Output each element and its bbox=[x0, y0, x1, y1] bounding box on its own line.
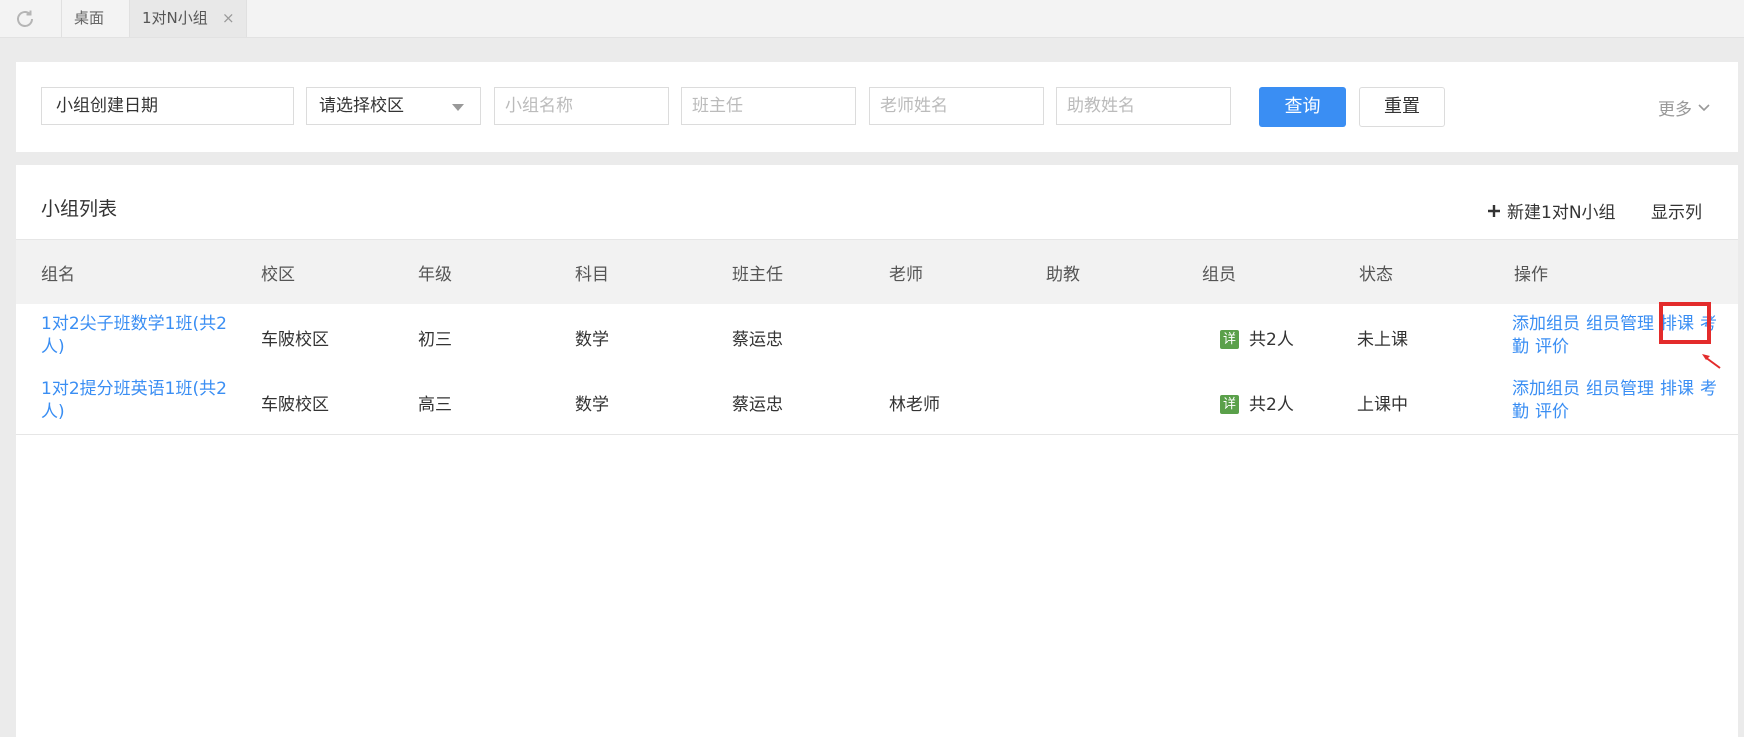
schedule-link[interactable]: 排课 bbox=[1660, 379, 1694, 399]
plus-icon bbox=[1488, 204, 1500, 217]
tab-desktop-label: 桌面 bbox=[74, 9, 105, 27]
show-columns-button[interactable]: 显示列 bbox=[1651, 198, 1702, 223]
tab-desktop[interactable]: 桌面 bbox=[62, 0, 129, 37]
more-label: 更多 bbox=[1658, 100, 1692, 120]
campus-cell: 车陂校区 bbox=[261, 330, 329, 350]
chevron-down-icon bbox=[1698, 103, 1710, 111]
members-count: 共2人 bbox=[1249, 330, 1294, 350]
subject-cell: 数学 bbox=[575, 330, 609, 350]
more-filters-button[interactable]: 更多 bbox=[1658, 95, 1710, 120]
reset-button[interactable]: 重置 bbox=[1359, 87, 1445, 127]
row-actions: 添加组员 组员管理 排课考 勤评价 bbox=[1512, 378, 1742, 424]
add-member-link[interactable]: 添加组员 bbox=[1512, 314, 1580, 334]
attendance-link[interactable]: 考 bbox=[1700, 379, 1717, 399]
group-name-placeholder: 小组名称 bbox=[505, 96, 573, 116]
status-cell: 未上课 bbox=[1357, 330, 1408, 350]
subject-cell: 数学 bbox=[575, 395, 609, 415]
highlight-box bbox=[1659, 302, 1711, 344]
col-teacher: 老师 bbox=[889, 265, 923, 285]
group-name-line: 1对2尖子班数学1班(共2 bbox=[41, 314, 227, 334]
tab-bar: 桌面 1对N小组 × bbox=[0, 0, 1744, 38]
grade-cell: 高三 bbox=[418, 395, 452, 415]
list-title: 小组列表 bbox=[41, 198, 118, 220]
teacher-cell: 林老师 bbox=[889, 395, 940, 415]
new-group-button[interactable]: 新建1对N小组 bbox=[1487, 198, 1616, 223]
campus-select-value: 请选择校区 bbox=[319, 96, 404, 116]
col-grade: 年级 bbox=[418, 265, 452, 285]
head-teacher-placeholder: 班主任 bbox=[692, 96, 743, 116]
new-group-label: 新建1对N小组 bbox=[1507, 203, 1616, 223]
col-actions: 操作 bbox=[1514, 265, 1548, 285]
campus-select[interactable]: 请选择校区 bbox=[306, 87, 481, 125]
assistant-name-input[interactable]: 助教姓名 bbox=[1056, 87, 1231, 125]
table-row: 1对2提分班英语1班(共2 人) 车陂校区 高三 数学 蔡运忠 林老师 详共2人… bbox=[16, 369, 1738, 435]
col-assistant: 助教 bbox=[1046, 265, 1080, 285]
tab-1toN-group-label: 1对N小组 bbox=[142, 9, 208, 27]
manage-members-link[interactable]: 组员管理 bbox=[1586, 314, 1654, 334]
col-head-teacher: 班主任 bbox=[732, 265, 783, 285]
col-status: 状态 bbox=[1359, 265, 1393, 285]
detail-icon[interactable]: 详 bbox=[1220, 395, 1239, 414]
members-cell: 详共2人 bbox=[1220, 325, 1294, 350]
group-name-link[interactable]: 1对2提分班英语1班(共2 人) bbox=[41, 378, 251, 424]
group-name-link[interactable]: 1对2尖子班数学1班(共2 人) bbox=[41, 313, 251, 359]
create-date-label: 小组创建日期 bbox=[56, 96, 158, 116]
status-cell: 上课中 bbox=[1357, 395, 1408, 415]
annotation-arrow-icon bbox=[1702, 354, 1721, 369]
col-group-name: 组名 bbox=[41, 265, 75, 285]
head-teacher-cell: 蔡运忠 bbox=[732, 395, 783, 415]
teacher-name-placeholder: 老师姓名 bbox=[880, 96, 948, 116]
grade-cell: 初三 bbox=[418, 330, 452, 350]
col-campus: 校区 bbox=[261, 265, 295, 285]
campus-cell: 车陂校区 bbox=[261, 395, 329, 415]
tab-divider bbox=[246, 0, 247, 37]
col-members: 组员 bbox=[1202, 265, 1236, 285]
head-teacher-cell: 蔡运忠 bbox=[732, 330, 783, 350]
group-name-line: 人) bbox=[41, 402, 65, 422]
table-row: 1对2尖子班数学1班(共2 人) 车陂校区 初三 数学 蔡运忠 详共2人 未上课… bbox=[16, 304, 1738, 370]
teacher-name-input[interactable]: 老师姓名 bbox=[869, 87, 1044, 125]
group-name-line: 人) bbox=[41, 337, 65, 357]
evaluate-link[interactable]: 评价 bbox=[1535, 402, 1569, 422]
attendance-link[interactable]: 勤 bbox=[1512, 337, 1529, 357]
col-subject: 科目 bbox=[575, 265, 609, 285]
manage-members-link[interactable]: 组员管理 bbox=[1586, 379, 1654, 399]
attendance-link[interactable]: 勤 bbox=[1512, 402, 1529, 422]
assistant-name-placeholder: 助教姓名 bbox=[1067, 96, 1135, 116]
group-name-input[interactable]: 小组名称 bbox=[494, 87, 669, 125]
table-header: 组名 校区 年级 科目 班主任 老师 助教 组员 状态 操作 bbox=[16, 239, 1738, 306]
group-name-line: 1对2提分班英语1班(共2 bbox=[41, 379, 227, 399]
members-count: 共2人 bbox=[1249, 395, 1294, 415]
head-teacher-input[interactable]: 班主任 bbox=[681, 87, 856, 125]
add-member-link[interactable]: 添加组员 bbox=[1512, 379, 1580, 399]
detail-icon[interactable]: 详 bbox=[1220, 330, 1239, 349]
members-cell: 详共2人 bbox=[1220, 390, 1294, 415]
refresh-icon[interactable] bbox=[10, 6, 40, 32]
evaluate-link[interactable]: 评价 bbox=[1535, 337, 1569, 357]
tab-close-icon[interactable]: × bbox=[222, 0, 235, 37]
query-button[interactable]: 查询 bbox=[1259, 87, 1346, 127]
chevron-down-icon bbox=[452, 104, 464, 111]
create-date-field[interactable]: 小组创建日期 bbox=[41, 87, 294, 125]
